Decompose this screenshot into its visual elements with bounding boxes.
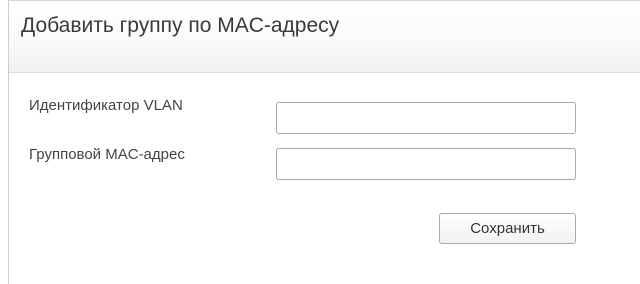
panel-title: Добавить группу по MAC-адресу (21, 14, 340, 37)
vlan-id-input[interactable] (276, 102, 576, 134)
group-mac-input[interactable] (276, 148, 576, 180)
add-mac-group-panel: Добавить группу по MAC-адресу Идентифика… (8, 0, 640, 284)
vlan-id-label: Идентификатор VLAN (29, 97, 183, 114)
group-mac-label: Групповой MAC-адрес (29, 146, 185, 163)
panel-header: Добавить группу по MAC-адресу (9, 1, 640, 73)
save-button[interactable]: Сохранить (439, 213, 576, 244)
